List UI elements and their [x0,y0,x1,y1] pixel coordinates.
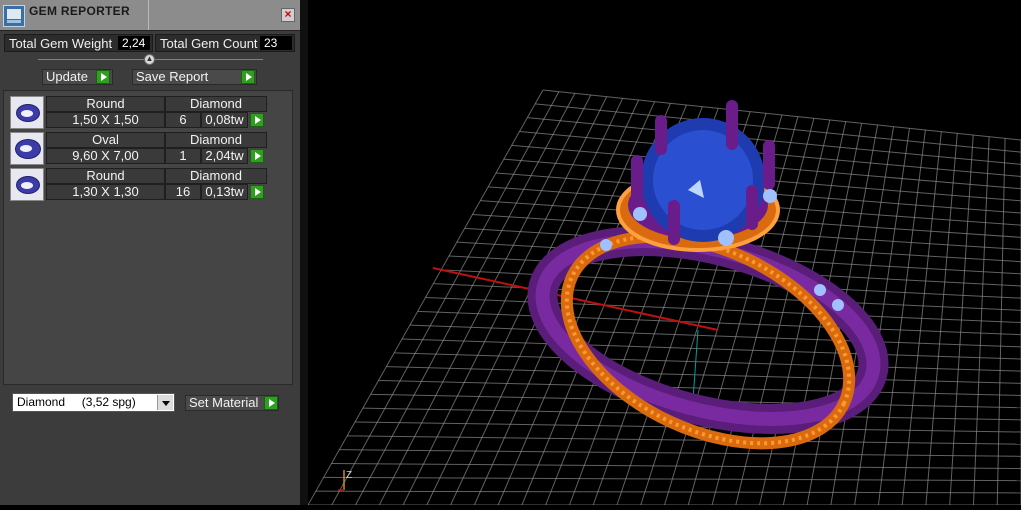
material-select-value: Diamond (3,52 spg) [13,395,136,409]
gem-shape: Oval [46,132,165,148]
play-icon[interactable] [241,70,255,84]
gem-shape: Round [46,96,165,112]
z-axis-label: Z [346,470,352,481]
gem-size: 1,50 X 1,50 [46,112,165,128]
gem-row[interactable]: Oval Diamond 9,60 X 7,00 1 2,04tw [10,132,272,166]
set-material-label: Set Material [189,395,258,410]
grid-line [878,130,925,505]
total-gem-count: Total Gem Count 23 [155,34,295,52]
update-label: Update [46,69,88,84]
app-icon [3,5,25,27]
gem-row[interactable]: Round Diamond 1,30 X 1,30 16 0,13tw [10,168,272,202]
grid-line [332,464,1021,469]
title-divider [148,0,149,30]
save-report-label: Save Report [136,69,208,84]
axis-gizmo: Z [338,470,352,490]
chevron-down-icon[interactable] [157,395,173,410]
gem-material: Diamond [165,132,267,148]
gem-weight: 0,13tw [201,184,248,200]
grid-line [902,132,941,505]
play-icon[interactable] [250,185,264,199]
play-icon[interactable] [250,149,264,163]
collapse-icon[interactable]: ▲ [144,54,155,65]
gem-reporter-panel: GEM REPORTER × Total Gem Weight 2,24 Tot… [0,0,300,505]
gem-row[interactable]: Round Diamond 1,50 X 1,50 6 0,08tw [10,96,272,130]
gem-size: 1,30 X 1,30 [46,184,165,200]
gem-material: Diamond [165,168,267,184]
grid-line [418,311,1021,334]
grid-line [379,381,1021,396]
total-gem-weight-label: Total Gem Weight [9,36,112,51]
material-select[interactable]: Diamond (3,52 spg) [12,393,175,412]
gem-weight: 2,04tw [201,148,248,164]
grid-line [339,450,1021,457]
viewport-canvas[interactable]: Z [308,0,1021,505]
3d-viewport[interactable]: Z [308,0,1021,505]
oval-gem-icon [10,132,44,165]
close-button[interactable]: × [281,8,295,22]
title-bar: GEM REPORTER × [0,0,300,31]
grid-line [386,367,1021,384]
round-gem-icon [10,96,44,129]
play-icon[interactable] [264,396,278,410]
window-title: GEM REPORTER [29,4,130,18]
gem-weight: 0,08tw [201,112,248,128]
gem-count: 1 [165,148,201,164]
gem-count: 6 [165,112,201,128]
gem-count: 16 [165,184,201,200]
gem-size: 9,60 X 7,00 [46,148,165,164]
gem-list: Round Diamond 1,50 X 1,50 6 0,08tw Oval … [3,90,293,385]
close-icon: × [284,7,291,21]
total-gem-count-label: Total Gem Count [160,36,258,51]
grid-line [347,436,1021,444]
play-icon[interactable] [96,70,110,84]
gem-shape: Round [46,168,165,184]
gem-material: Diamond [165,96,267,112]
total-gem-weight: Total Gem Weight 2,24 [4,34,153,52]
panel-splitter[interactable] [300,0,308,505]
total-gem-weight-value: 2,24 [118,36,150,50]
round-gem-icon [10,168,44,201]
save-report-button[interactable]: Save Report [132,69,257,85]
play-icon[interactable] [250,113,264,127]
total-gem-count-value: 23 [260,36,292,50]
